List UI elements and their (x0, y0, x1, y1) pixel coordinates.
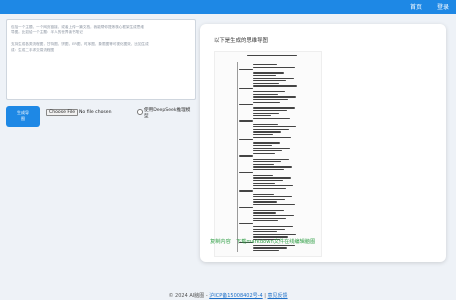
mindmap-node (247, 55, 297, 57)
mindmap-node (253, 209, 284, 212)
mindmap-node (239, 206, 253, 208)
mindmap-node (253, 174, 273, 177)
mindmap-node (239, 120, 253, 122)
mindmap-node (253, 136, 292, 138)
mindmap-node (253, 75, 276, 77)
mindmap-node (239, 139, 253, 141)
copy-content-link[interactable]: 复制内容 (210, 238, 231, 245)
mindmap-node (253, 131, 281, 133)
mindmap-node (253, 204, 295, 206)
mindmap-node (253, 66, 296, 68)
nav-home-link[interactable]: 首页 (410, 2, 422, 11)
mindmap-node (239, 222, 253, 225)
nav-login-link[interactable]: 登录 (437, 2, 449, 11)
mindmap-node (253, 72, 284, 74)
mindmap-node (253, 182, 276, 184)
mindmap-node (239, 171, 253, 173)
mindmap-node (253, 134, 273, 136)
mindmap-node (253, 82, 279, 85)
mindmap-node (253, 169, 284, 171)
prompt-textarea[interactable]: 包括一个主题，一个网页链接，或者上传一篇文档，我能帮你提炼核心框架生成思维 导图… (6, 19, 196, 100)
mindmap-node (253, 107, 295, 109)
mindmap-node (253, 80, 287, 82)
mindmap-node (253, 150, 283, 152)
mindmap-node (239, 88, 253, 90)
mindmap-node (253, 212, 276, 214)
mindmap-node (253, 126, 297, 128)
deepseek-radio[interactable] (137, 109, 143, 115)
choose-file-button[interactable]: Choose File (46, 109, 79, 116)
mindmap-node (253, 96, 296, 98)
mindmap-node (253, 93, 278, 96)
mindmap-node (253, 198, 285, 201)
mindmap-node (253, 201, 277, 203)
mindmap-node (253, 117, 290, 120)
file-status-text: No file chosen (79, 110, 112, 115)
mindmap-node (253, 177, 291, 179)
edit-mindmap-link[interactable]: 在线编辑脑图 (284, 238, 315, 245)
mindmap-node (239, 69, 253, 71)
mindmap-node (239, 155, 253, 157)
mindmap-node (253, 64, 277, 66)
mindmap-node (253, 161, 282, 163)
mindmap-node (253, 158, 290, 160)
mindmap-node (253, 112, 280, 114)
mindmap-node (253, 226, 293, 228)
mindmap-node (253, 99, 288, 101)
mindmap-node (239, 104, 253, 106)
mindmap-node (253, 180, 283, 182)
mindmap-node (253, 215, 294, 217)
mindmap-node (253, 193, 275, 195)
mindmap-node (253, 187, 286, 190)
footer-copyright: © 2024 AI脑图 - (168, 293, 210, 299)
mindmap-node (253, 163, 274, 166)
mindmap-node (253, 91, 286, 93)
mindmap-node (253, 152, 275, 155)
mindmap-node (253, 115, 272, 117)
download-markdown-link[interactable]: 下载markdown文件 (236, 238, 284, 245)
footer: © 2024 AI脑图 - 沪ICP备15008402号-4 | 意见反馈 (0, 292, 456, 299)
mindmap-node (253, 231, 278, 233)
mindmap-node (253, 142, 280, 144)
feedback-link[interactable]: 意见反馈 (268, 293, 288, 299)
generate-button-label: 图 (21, 115, 25, 121)
mindmap-node (253, 250, 279, 252)
mindmap-node (253, 247, 287, 249)
mindmap-image (214, 51, 322, 257)
mindmap-node (253, 185, 294, 187)
mindmap-node (253, 85, 297, 87)
top-nav: 首页 登录 (0, 0, 456, 14)
mindmap-node (253, 166, 292, 168)
mindmap-node (253, 77, 295, 79)
mindmap-node (253, 147, 291, 149)
mindmap-node (253, 101, 281, 103)
mindmap-node (253, 220, 279, 222)
mindmap-node (239, 190, 253, 192)
result-title: 以下是生成的思维导图 (214, 38, 268, 44)
mindmap-node (253, 217, 287, 219)
mindmap-node (253, 196, 293, 198)
generate-mindmap-button[interactable]: 生成导 图 (6, 106, 40, 127)
mindmap-node (253, 228, 286, 230)
deepseek-label[interactable]: 使用DeepSeek推理模型 (144, 108, 194, 120)
mindmap-node (253, 233, 296, 236)
icp-link[interactable]: 沪ICP备15008402号-4 (209, 293, 262, 299)
mindmap-node (253, 145, 272, 147)
mindmap-node (253, 110, 287, 112)
mindmap-node (253, 123, 279, 125)
prompt-placeholder-line: 成：生成二手求交易流程图 (11, 47, 55, 52)
result-card: 以下是生成的思维导图 (200, 24, 446, 262)
mindmap-node (253, 128, 289, 131)
mindmap-trunk (237, 62, 238, 252)
